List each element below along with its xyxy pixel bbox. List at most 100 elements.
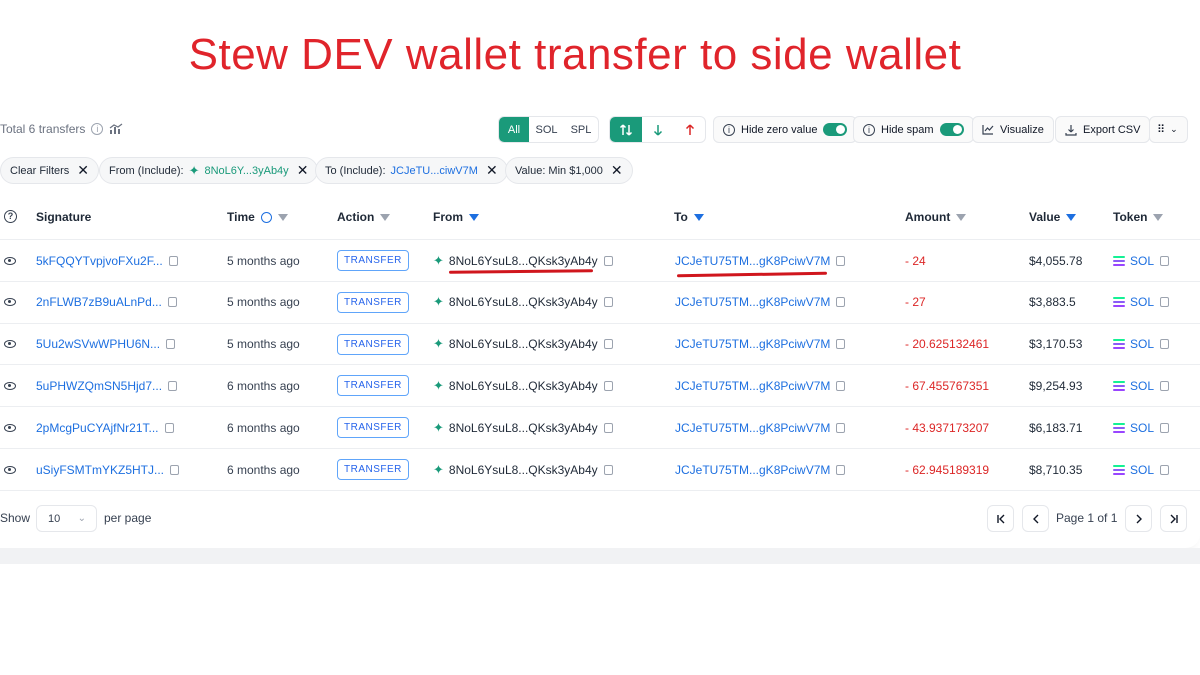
copy-icon[interactable] <box>1160 297 1170 308</box>
filter-all-button[interactable]: All <box>499 117 529 142</box>
from-address[interactable]: 8NoL6YsuL8...QKsk3yAb4y <box>449 379 598 393</box>
from-address[interactable]: 8NoL6YsuL8...QKsk3yAb4y <box>449 421 598 435</box>
copy-icon[interactable] <box>1160 339 1170 350</box>
to-address-link[interactable]: JCJeTU75TM...gK8PciwV7M <box>675 379 830 393</box>
close-icon[interactable]: ✕ <box>486 162 498 179</box>
question-icon[interactable]: ? <box>4 210 17 223</box>
column-help[interactable]: ? <box>4 210 17 223</box>
signature-link[interactable]: 2nFLWB7zB9uALnPd... <box>36 295 162 309</box>
copy-icon[interactable] <box>1160 422 1170 433</box>
incoming-button[interactable] <box>642 117 674 142</box>
view-button[interactable] <box>4 282 16 323</box>
visualize-button[interactable]: Visualize <box>972 116 1054 143</box>
copy-icon[interactable] <box>603 297 613 308</box>
from-cell: ✦ 8NoL6YsuL8...QKsk3yAb4y <box>433 240 613 281</box>
first-page-button[interactable] <box>987 505 1014 532</box>
close-icon[interactable]: ✕ <box>297 162 309 179</box>
copy-icon[interactable] <box>603 380 613 391</box>
close-icon[interactable]: ✕ <box>77 162 89 179</box>
next-page-button[interactable] <box>1125 505 1152 532</box>
token-link[interactable]: SOL <box>1130 295 1154 309</box>
signature-link[interactable]: 2pMcgPuCYAjfNr21T... <box>36 421 159 435</box>
copy-icon[interactable] <box>168 255 178 266</box>
copy-icon[interactable] <box>167 297 177 308</box>
copy-icon[interactable] <box>166 339 176 350</box>
filter-active-icon[interactable] <box>1066 213 1077 221</box>
to-filter-chip[interactable]: To (Include): JCJeTU...ciwV7M ✕ <box>315 157 508 184</box>
info-icon[interactable]: i <box>91 123 104 135</box>
signature-link[interactable]: 5uPHWZQmSN5Hjd7... <box>36 379 162 393</box>
outgoing-button[interactable] <box>674 117 705 142</box>
copy-icon[interactable] <box>603 255 613 266</box>
view-button[interactable] <box>4 449 16 490</box>
amount-cell: - 24 <box>905 253 926 268</box>
token-cell: SOL <box>1113 324 1170 365</box>
signature-link[interactable]: 5Uu2wSVwWPHU6N... <box>36 337 160 351</box>
from-address[interactable]: 8NoL6YsuL8...QKsk3yAb4y <box>449 463 598 477</box>
last-page-button[interactable] <box>1160 505 1187 532</box>
copy-icon[interactable] <box>836 339 846 350</box>
both-directions-button[interactable] <box>610 117 642 142</box>
filter-icon[interactable] <box>956 213 967 221</box>
from-address[interactable]: 8NoL6YsuL8...QKsk3yAb4y <box>449 337 598 351</box>
to-address-link[interactable]: JCJeTU75TM...gK8PciwV7M <box>675 295 830 309</box>
to-address-link[interactable]: JCJeTU75TM...gK8PciwV7M <box>675 337 830 351</box>
from-address[interactable]: 8NoL6YsuL8...QKsk3yAb4y <box>449 254 598 268</box>
filter-active-icon[interactable] <box>469 213 479 221</box>
copy-icon[interactable] <box>836 297 846 308</box>
view-button[interactable] <box>4 365 16 406</box>
filter-active-icon[interactable] <box>693 213 704 221</box>
column-settings-button[interactable]: ⠿ ⌄ <box>1149 116 1188 143</box>
view-button[interactable] <box>4 324 16 365</box>
signature-link[interactable]: uSiyFSMTmYKZ5HTJ... <box>36 463 164 477</box>
view-button[interactable] <box>4 240 16 281</box>
to-address-link[interactable]: JCJeTU75TM...gK8PciwV7M <box>675 421 830 435</box>
copy-icon[interactable] <box>603 464 613 475</box>
copy-icon[interactable] <box>168 380 178 391</box>
close-icon[interactable]: ✕ <box>611 162 623 179</box>
filter-icon[interactable] <box>277 213 288 221</box>
value-cell: $3,883.5 <box>1029 295 1076 310</box>
token-link[interactable]: SOL <box>1130 254 1154 268</box>
filter-sol-button[interactable]: SOL <box>529 117 564 142</box>
from-address[interactable]: 8NoL6YsuL8...QKsk3yAb4y <box>449 295 598 309</box>
signature-link[interactable]: 5kFQQYTvpjvoFXu2F... <box>36 254 163 268</box>
view-button[interactable] <box>4 407 16 448</box>
to-address-link[interactable]: JCJeTU75TM...gK8PciwV7M <box>675 254 830 268</box>
toggle-switch[interactable] <box>823 123 848 136</box>
copy-icon[interactable] <box>170 464 180 475</box>
copy-icon[interactable] <box>836 422 846 433</box>
filter-spl-button[interactable]: SPL <box>564 117 598 142</box>
copy-icon[interactable] <box>836 380 846 391</box>
copy-icon[interactable] <box>836 255 846 266</box>
clear-filters-chip[interactable]: Clear Filters ✕ <box>0 157 100 184</box>
token-link[interactable]: SOL <box>1130 421 1154 435</box>
value-filter-chip[interactable]: Value: Min $1,000 ✕ <box>505 157 633 184</box>
hide-zero-value-toggle[interactable]: i Hide zero value <box>713 116 858 143</box>
to-address-link[interactable]: JCJeTU75TM...gK8PciwV7M <box>675 463 830 477</box>
copy-icon[interactable] <box>164 422 174 433</box>
token-link[interactable]: SOL <box>1130 463 1154 477</box>
token-link[interactable]: SOL <box>1130 337 1154 351</box>
copy-icon[interactable] <box>1160 380 1170 391</box>
arrow-down-icon <box>653 124 663 136</box>
clock-icon[interactable] <box>260 211 272 223</box>
export-csv-button[interactable]: Export CSV <box>1055 116 1151 143</box>
filter-icon[interactable] <box>380 213 391 221</box>
eye-icon <box>4 340 16 349</box>
sparkle-icon: ✦ <box>188 162 200 178</box>
copy-icon[interactable] <box>1160 255 1170 266</box>
toggle-switch[interactable] <box>939 123 964 136</box>
copy-icon[interactable] <box>603 339 613 350</box>
copy-icon[interactable] <box>836 464 846 475</box>
filter-icon[interactable] <box>1153 213 1164 221</box>
copy-icon[interactable] <box>603 422 613 433</box>
hide-spam-toggle[interactable]: i Hide spam <box>853 116 974 143</box>
prev-page-button[interactable] <box>1022 505 1049 532</box>
chart-icon[interactable] <box>109 123 123 135</box>
page-size-select[interactable]: 10 ⌄ <box>36 505 97 532</box>
token-link[interactable]: SOL <box>1130 379 1154 393</box>
from-filter-chip[interactable]: From (Include): ✦ 8NoL6Y...3yAb4y ✕ <box>99 157 319 184</box>
copy-icon[interactable] <box>1160 464 1170 475</box>
to-cell: JCJeTU75TM...gK8PciwV7M <box>675 407 846 448</box>
